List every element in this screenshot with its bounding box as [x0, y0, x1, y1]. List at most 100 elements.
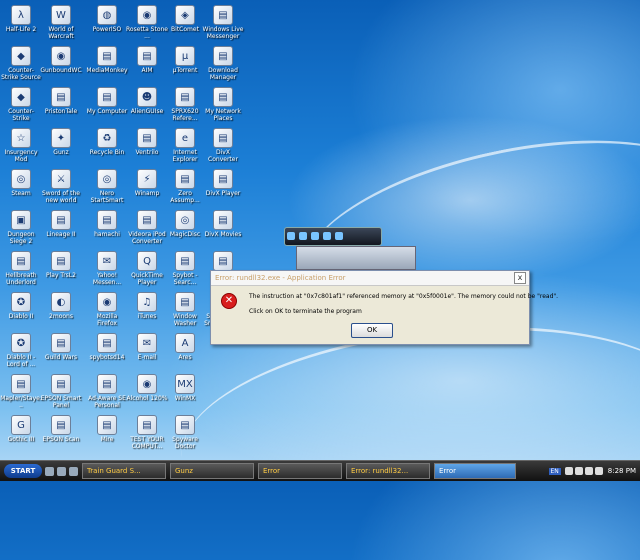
background-window[interactable]: [296, 246, 416, 270]
shortcut-icon: ◐: [51, 292, 71, 312]
desktop-icon-label: EPSON Scan: [40, 436, 82, 443]
desktop-icon-label: Spyware Doctor: [164, 436, 206, 450]
player-control-icon[interactable]: [299, 232, 307, 240]
shortcut-icon: ▤: [51, 210, 71, 230]
clock[interactable]: 8:28 PM: [608, 467, 636, 475]
desktop-icon[interactable]: ▤Mire: [86, 412, 128, 466]
desktop-icon-label: Ad-Aware SE Personal: [86, 395, 128, 409]
desktop-icon-label: Recycle Bin: [86, 149, 128, 156]
shortcut-icon: ▤: [11, 374, 31, 394]
shortcut-icon: ▤: [175, 87, 195, 107]
task-buttons: Train Guard S...GunzErrorError: rundll32…: [78, 463, 516, 479]
desktop-icon-label: Hellbreath Underlord: [0, 272, 42, 286]
dialog-titlebar[interactable]: Error: rundll32.exe - Application Error …: [211, 271, 529, 286]
desktop-icon-label: DivX Converter: [202, 149, 244, 163]
desktop-icon-label: Diablo II - Lord of ...: [0, 354, 42, 368]
shortcut-icon: ◎: [97, 169, 117, 189]
shortcut-icon: W: [51, 5, 71, 25]
desktop-icon-label: Play TrsL2: [40, 272, 82, 279]
desktop-icon-label: Alcohol 120%: [126, 395, 168, 402]
shortcut-icon: ◎: [175, 210, 195, 230]
taskbar-button[interactable]: Train Guard S...: [82, 463, 166, 479]
desktop-icon-label: PristonTale: [40, 108, 82, 115]
player-control-icon[interactable]: [311, 232, 319, 240]
desktop-icon-label: SPRX620 Refere...: [164, 108, 206, 122]
shortcut-icon: ◉: [137, 5, 157, 25]
desktop-icon-label: Spybot - Searc...: [164, 272, 206, 286]
start-button[interactable]: START: [4, 464, 42, 478]
desktop-icon-label: Internet Explorer: [164, 149, 206, 163]
shortcut-icon: A: [175, 333, 195, 353]
shortcut-icon: G: [11, 415, 31, 435]
shortcut-icon: ▤: [51, 374, 71, 394]
error-dialog[interactable]: Error: rundll32.exe - Application Error …: [210, 270, 530, 345]
desktop-icon-label: EPSON Smart Panel: [40, 395, 82, 409]
shortcut-icon: ✪: [11, 333, 31, 353]
shortcut-icon: ▤: [137, 46, 157, 66]
shortcut-icon: ▤: [175, 415, 195, 435]
taskbar-button[interactable]: Gunz: [170, 463, 254, 479]
desktop-icon-label: PowerISO: [86, 26, 128, 33]
player-control-icon[interactable]: [323, 232, 331, 240]
desktop-icon[interactable]: ▤TEST YOUR COMPUT...: [126, 412, 168, 466]
shortcut-icon: ✦: [51, 128, 71, 148]
desktop-icon-label: Counter-Strike: [0, 108, 42, 122]
desktop-icon-label: Insurgency Mod: [0, 149, 42, 163]
shortcut-icon: ✪: [11, 292, 31, 312]
shortcut-icon: ▤: [175, 169, 195, 189]
shortcut-icon: ◉: [137, 374, 157, 394]
shortcut-icon: ◆: [11, 87, 31, 107]
player-control-icon[interactable]: [335, 232, 343, 240]
desktop-icon-label: Ares: [164, 354, 206, 361]
tray-icon[interactable]: [595, 467, 603, 475]
shortcut-icon: ♫: [137, 292, 157, 312]
language-indicator[interactable]: EN: [549, 468, 561, 475]
quicklaunch-icon[interactable]: [45, 467, 54, 476]
shortcut-icon: ▤: [175, 292, 195, 312]
shortcut-icon: e: [175, 128, 195, 148]
media-player-widget[interactable]: [284, 227, 382, 246]
desktop-icon-label: Nero StartSmart: [86, 190, 128, 204]
shortcut-icon: ▤: [51, 415, 71, 435]
shortcut-icon: µ: [175, 46, 195, 66]
quicklaunch-icon[interactable]: [57, 467, 66, 476]
desktop-icon-label: Window Washer: [164, 313, 206, 327]
desktop: λHalf-Life 2◆Counter-Strike Source◆Count…: [0, 0, 640, 460]
desktop-icon-label: Videora iPod Converter: [126, 231, 168, 245]
shortcut-icon: ▤: [137, 210, 157, 230]
ok-button[interactable]: OK: [351, 323, 393, 338]
desktop-icon-label: Dungeon Siege 2: [0, 231, 42, 245]
desktop-icon-label: GunboundWC: [40, 67, 82, 74]
desktop-icon-label: Gunz: [40, 149, 82, 156]
taskbar-button[interactable]: Error: [258, 463, 342, 479]
desktop-icon-label: Diablo II: [0, 313, 42, 320]
desktop-icon-label: Yahoo! Messen...: [86, 272, 128, 286]
shortcut-icon: ▤: [137, 415, 157, 435]
desktop-icon-label: WinMX: [164, 395, 206, 402]
error-message: The instruction at "0x7c801af1" referenc…: [249, 293, 558, 300]
desktop-icon[interactable]: ▤EPSON Scan: [40, 412, 82, 466]
tray-icon[interactable]: [565, 467, 573, 475]
desktop-icon[interactable]: GGothic III: [0, 412, 42, 466]
shortcut-icon: ▤: [51, 87, 71, 107]
desktop-icon-label: iTunes: [126, 313, 168, 320]
desktop-icon-label: Rosetta Stone ...: [126, 26, 168, 40]
taskbar-button[interactable]: Error: rundll32...: [346, 463, 430, 479]
quicklaunch-icon[interactable]: [69, 467, 78, 476]
shortcut-icon: ◉: [97, 292, 117, 312]
desktop-icon-label: My Network Places: [202, 108, 244, 122]
taskbar-button[interactable]: Error: [434, 463, 516, 479]
player-control-icon[interactable]: [287, 232, 295, 240]
tray-icon[interactable]: [585, 467, 593, 475]
shortcut-icon: ◎: [11, 169, 31, 189]
shortcut-icon: ☻: [137, 87, 157, 107]
shortcut-icon: ▤: [51, 251, 71, 271]
shortcut-icon: ▤: [97, 415, 117, 435]
shortcut-icon: ⚡: [137, 169, 157, 189]
shortcut-icon: ▤: [11, 251, 31, 271]
desktop-icon-label: E-mail: [126, 354, 168, 361]
tray-icon[interactable]: [575, 467, 583, 475]
close-icon[interactable]: x: [514, 272, 526, 284]
desktop-icon[interactable]: ▤Spyware Doctor: [164, 412, 206, 466]
desktop-icon-label: Mire: [86, 436, 128, 443]
